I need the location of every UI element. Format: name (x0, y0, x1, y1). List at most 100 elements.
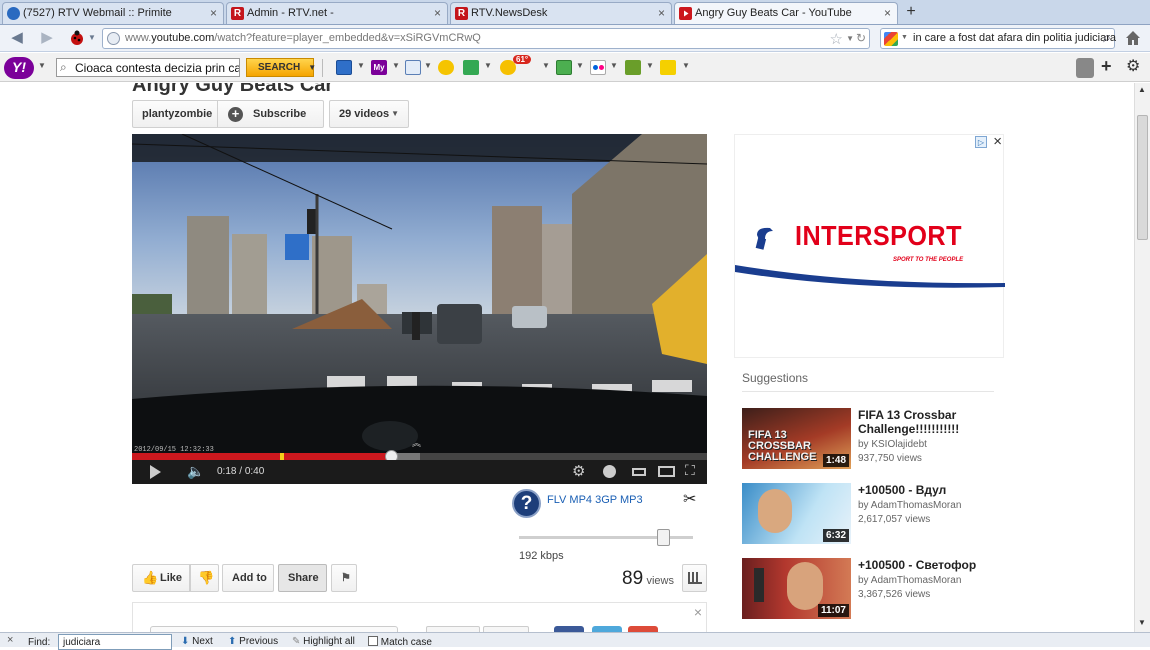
chevron-down-icon[interactable]: ▼ (610, 61, 618, 70)
reload-icon[interactable]: ↻ (856, 31, 866, 45)
suggestion-item[interactable]: 6:32 +100500 - Вдул by AdamThomasMoran 2… (742, 483, 1004, 545)
page-info-icon[interactable] (107, 32, 120, 45)
search-query[interactable]: in care a fost dat afara din politia jud… (913, 32, 1116, 44)
thumbnail[interactable]: 6:32 (742, 483, 851, 544)
play-icon[interactable] (150, 465, 161, 479)
vertical-scrollbar[interactable]: ▲ ▼ (1134, 83, 1150, 632)
find-next-button[interactable]: ⬇ Next (181, 636, 213, 647)
my-yahoo-icon[interactable]: My (371, 60, 387, 75)
download-formats-link[interactable]: FLV MP4 3GP MP3 (547, 494, 643, 506)
chevron-down-icon[interactable]: ▼ (392, 61, 400, 70)
thumbnail[interactable]: 11:07 (742, 558, 851, 619)
suggestion-item[interactable]: FIFA 13 CROSSBAR CHALLENGE 1:48 FIFA 13 … (742, 408, 1004, 470)
add-button-icon[interactable]: + (1101, 56, 1112, 77)
dislike-button[interactable]: 👎 (190, 564, 219, 592)
close-tab-icon[interactable]: × (884, 6, 891, 20)
suggestion-item[interactable]: 11:07 +100500 - Светофор by AdamThomasMo… (742, 558, 1004, 620)
yahoo-search-button[interactable]: SEARCH ▼ (246, 58, 316, 77)
home-icon[interactable] (1124, 29, 1142, 47)
url-dropdown-icon[interactable]: ▼ (846, 34, 854, 43)
mail-icon[interactable] (336, 60, 352, 75)
magnifier-icon[interactable]: ⌕ (1103, 29, 1111, 46)
video-frame[interactable] (132, 134, 707, 454)
forward-arrow-icon[interactable]: ▶ (38, 29, 56, 47)
chevron-down-icon[interactable]: ▼ (38, 61, 46, 70)
expand-arrow-icon[interactable]: ︽ (412, 436, 421, 449)
suggestion-title[interactable]: FIFA 13 Crossbar Challenge!!!!!!!!!!! (858, 408, 998, 436)
volume-icon[interactable]: 🔈 (187, 463, 204, 480)
weather-badge[interactable]: 61° (513, 55, 532, 64)
videos-count-dropdown[interactable]: 29 videos ▼ (329, 100, 409, 128)
chevron-down-icon[interactable]: ▼ (901, 34, 908, 41)
highlight-all-button[interactable]: ✎ Highlight all (292, 636, 355, 647)
scroll-up-icon[interactable]: ▲ (1138, 85, 1146, 94)
chevron-down-icon[interactable]: ▼ (484, 61, 492, 70)
subscribe-button[interactable]: + Subscribe (217, 100, 324, 128)
large-player-icon[interactable] (658, 466, 675, 477)
duration-badge: 11:07 (817, 604, 849, 617)
gear-icon[interactable]: ⚙ (1126, 56, 1140, 76)
new-tab-button[interactable]: + (900, 3, 922, 23)
find-input[interactable]: judiciara (58, 634, 172, 650)
chevron-down-icon[interactable]: ▼ (646, 61, 654, 70)
gear-icon[interactable]: ⚙ (572, 462, 585, 480)
stats-button[interactable] (682, 564, 707, 592)
fullscreen-icon[interactable]: ⛶ (685, 462, 695, 479)
url-bar[interactable]: www.youtube.com/watch?feature=player_emb… (102, 28, 870, 49)
video-player[interactable]: 2012/09/15 12:32:33 ︽ 🔈 0:18 / 0:40 ⚙ ⛶ (132, 134, 707, 484)
yahoo-search-input[interactable]: Cioaca contesta decizia prin care (56, 58, 240, 77)
scrollbar-thumb[interactable] (1137, 115, 1148, 240)
close-tab-icon[interactable]: × (434, 6, 441, 20)
watch-later-icon[interactable] (603, 465, 616, 478)
games-icon[interactable] (463, 60, 479, 75)
suggestion-channel[interactable]: by AdamThomasMoran (858, 500, 961, 511)
suggestion-channel[interactable]: by AdamThomasMoran (858, 575, 961, 586)
like-button[interactable]: 👍 Like (132, 564, 190, 592)
ladybug-addon-icon[interactable] (68, 29, 86, 47)
close-tab-icon[interactable]: × (658, 6, 665, 20)
flickr-icon[interactable] (590, 60, 606, 75)
advertisement[interactable]: ▷ × INTERSPORT SPORT TO THE PEOPLE (734, 133, 1005, 358)
suggestion-title[interactable]: +100500 - Светофор (858, 558, 998, 572)
small-player-icon[interactable] (632, 468, 646, 476)
match-case-checkbox[interactable]: Match case (368, 636, 432, 648)
channel-button[interactable]: plantyzombie (132, 100, 218, 128)
suggestion-title[interactable]: +100500 - Вдул (858, 483, 998, 497)
answers-icon[interactable] (625, 60, 641, 75)
find-previous-button[interactable]: ⬆ Previous (228, 636, 278, 647)
bitrate-slider-handle[interactable] (657, 529, 670, 546)
scissors-icon[interactable]: ✂ (683, 489, 696, 509)
url-text[interactable]: www.youtube.com/watch?feature=player_emb… (125, 32, 481, 44)
chevron-down-icon[interactable]: ▼ (682, 61, 690, 70)
bookmarks-icon[interactable] (405, 60, 421, 75)
add-to-button[interactable]: Add to (222, 564, 274, 592)
back-arrow-icon[interactable]: ◀ (8, 29, 26, 47)
suggestion-channel[interactable]: by KSIOlajidebt (858, 439, 927, 450)
yahoo-logo-icon[interactable]: Y! (4, 57, 34, 79)
scroll-down-icon[interactable]: ▼ (1138, 618, 1146, 627)
thumbnail[interactable]: FIFA 13 CROSSBAR CHALLENGE 1:48 (742, 408, 851, 469)
tab-rtv-webmail[interactable]: (7527) RTV Webmail :: Primite × (2, 2, 224, 24)
chevron-down-icon[interactable]: ▼ (88, 29, 96, 47)
help-question-icon[interactable]: ? (512, 489, 541, 518)
close-icon[interactable]: × (694, 604, 702, 620)
toolbar-menu-icon[interactable] (1076, 58, 1094, 78)
chevron-down-icon[interactable]: ▼ (576, 61, 584, 70)
chevron-down-icon[interactable]: ▼ (357, 61, 365, 70)
web-search-box[interactable]: ▼ in care a fost dat afara din politia j… (880, 28, 1116, 49)
messenger-smiley-icon[interactable] (438, 60, 454, 75)
upload-icon[interactable] (556, 60, 572, 75)
tab-youtube[interactable]: Angry Guy Beats Car - YouTube × (674, 2, 898, 24)
flag-button[interactable]: ⚑ (331, 564, 357, 592)
tab-rtv-newsdesk[interactable]: R RTV.NewsDesk × (450, 2, 672, 24)
chevron-down-icon[interactable]: ▼ (542, 61, 550, 70)
close-icon[interactable]: × (7, 634, 13, 646)
ebay-icon[interactable] (660, 60, 676, 75)
chevron-down-icon[interactable]: ▼ (424, 61, 432, 70)
share-button[interactable]: Share (278, 564, 327, 592)
bookmark-star-icon[interactable]: ☆ (830, 30, 843, 48)
close-tab-icon[interactable]: × (210, 6, 217, 20)
tab-rtv-admin[interactable]: R Admin - RTV.net - × (226, 2, 448, 24)
progress-bar[interactable] (132, 450, 707, 463)
google-icon[interactable] (884, 32, 898, 46)
